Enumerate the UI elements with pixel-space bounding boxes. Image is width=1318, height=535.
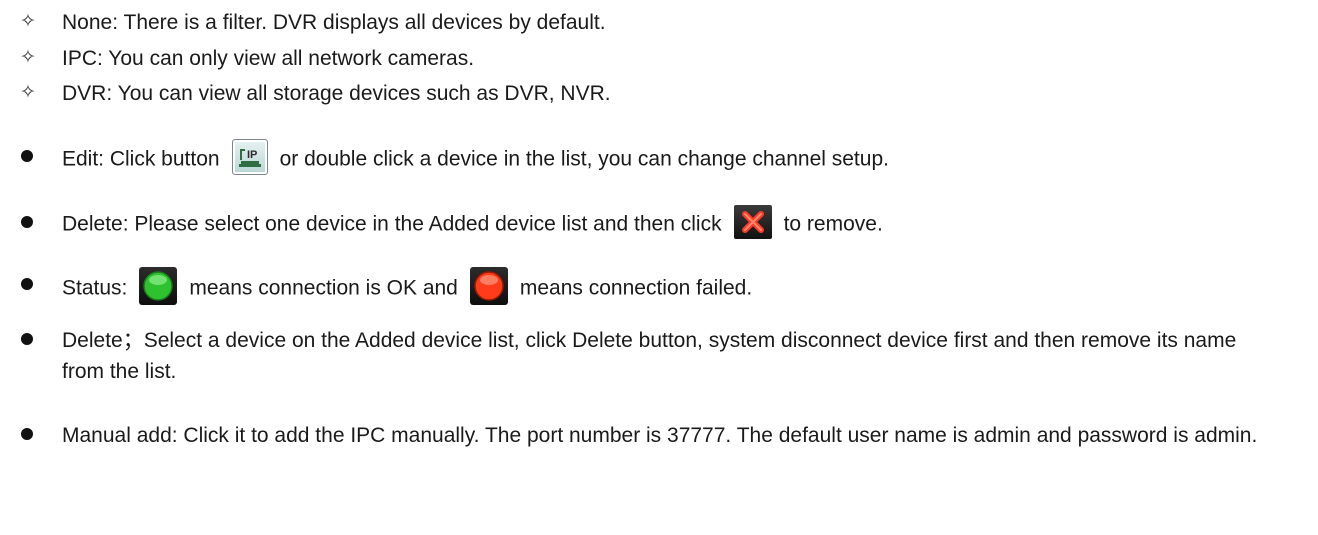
filter-item-text: IPC: You can only view all network camer… xyxy=(62,47,475,70)
bullet-dot-icon xyxy=(21,428,33,440)
edit-text-after: or double click a device in the list, yo… xyxy=(279,147,889,171)
edit-text-before: Edit: Click button xyxy=(62,147,220,171)
delete-item-line: Delete: Please select one device in the … xyxy=(62,205,1298,242)
status-label: Status: xyxy=(62,276,128,300)
ip-edit-icon: IP xyxy=(231,139,268,175)
bullet-dot-icon xyxy=(21,150,33,162)
delete-button-text: Delete；Select a device on the Added devi… xyxy=(62,329,1237,383)
bullet-dot-icon xyxy=(21,216,33,228)
delete-text-after: to remove. xyxy=(783,212,883,236)
delete-text-before: Delete: Please select one device in the … xyxy=(62,212,722,236)
red-x-icon xyxy=(733,205,772,239)
filter-item-text: None: There is a filter. DVR displays al… xyxy=(62,11,606,34)
diamond-bullet-icon: ✧ xyxy=(20,81,36,103)
edit-item-line: Edit: Click button IP or double click a … xyxy=(62,139,1298,178)
diamond-bullet-icon: ✧ xyxy=(20,46,36,68)
filter-item-text: DVR: You can view all storage devices su… xyxy=(62,82,611,105)
svg-text:IP: IP xyxy=(247,149,257,161)
diamond-bullet-icon: ✧ xyxy=(20,10,36,32)
bullet-dot-icon xyxy=(21,278,33,290)
green-status-icon xyxy=(139,267,178,305)
red-status-icon xyxy=(469,267,508,305)
bullet-dot-icon xyxy=(21,333,33,345)
status-ok-text: means connection is OK and xyxy=(189,276,458,300)
status-item-line: Status: means connection is OK and means… xyxy=(62,267,1298,308)
manual-add-text: Manual add: Click it to add the IPC manu… xyxy=(62,424,1258,447)
status-failed-text: means connection failed. xyxy=(519,276,753,300)
